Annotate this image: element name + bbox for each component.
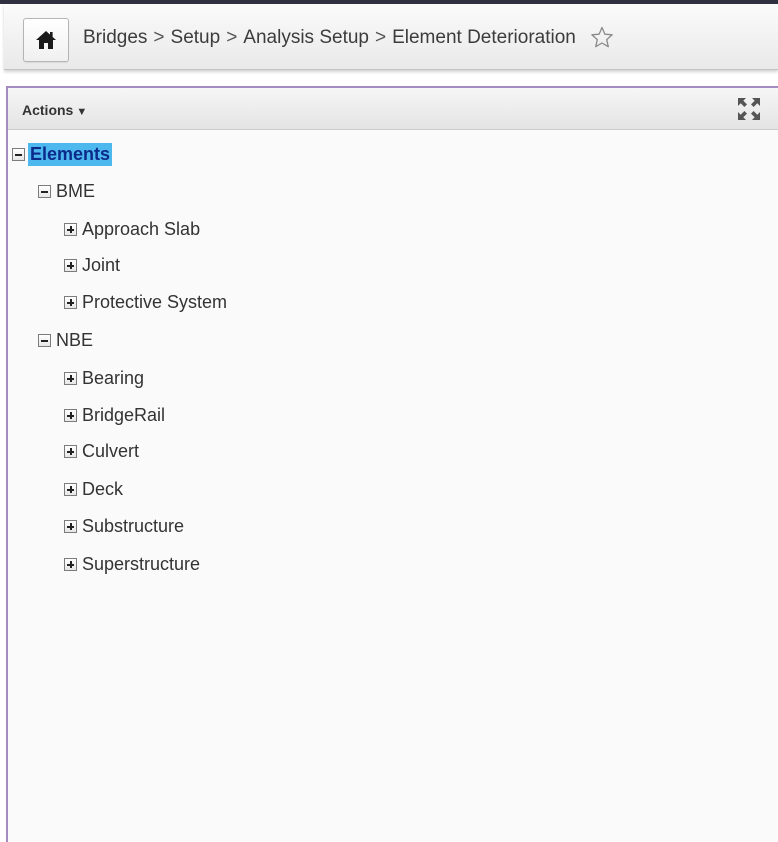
expand-icon[interactable]	[64, 409, 77, 422]
tree-node-label[interactable]: NBE	[54, 329, 95, 352]
tree-node-label[interactable]: Protective System	[80, 291, 229, 314]
breadcrumb: Bridges > Setup > Analysis Setup > Eleme…	[83, 26, 614, 49]
tree-node-label[interactable]: Joint	[80, 254, 122, 277]
breadcrumb-bar: Bridges > Setup > Analysis Setup > Eleme…	[4, 4, 778, 70]
tree-node-joint[interactable]: Joint	[64, 254, 122, 277]
tree-node-label[interactable]: Substructure	[80, 515, 186, 538]
tree-node-bridgerail[interactable]: BridgeRail	[64, 404, 167, 427]
expand-icon[interactable]	[64, 483, 77, 496]
breadcrumb-setup[interactable]: Setup	[171, 27, 221, 49]
home-button[interactable]	[23, 18, 69, 62]
panel-toolbar: Actions ▼	[8, 88, 778, 130]
expand-icon[interactable]	[64, 445, 77, 458]
tree-node-nbe[interactable]: NBE	[38, 329, 95, 352]
tree-node-label[interactable]: Approach Slab	[80, 218, 202, 241]
tree-node-elements[interactable]: Elements	[12, 143, 113, 166]
tree-node-protective-system[interactable]: Protective System	[64, 291, 229, 314]
actions-menu-button[interactable]: Actions ▼	[22, 102, 87, 118]
breadcrumb-bridges[interactable]: Bridges	[83, 27, 147, 49]
tree-node-culvert[interactable]: Culvert	[64, 440, 141, 463]
tree-node-label[interactable]: BridgeRail	[80, 404, 167, 427]
tree-node-deck[interactable]: Deck	[64, 478, 125, 501]
tree-node-label[interactable]: Culvert	[80, 440, 141, 463]
caret-down-icon: ▼	[76, 106, 88, 118]
expand-icon[interactable]	[64, 296, 77, 309]
expand-icon[interactable]	[64, 259, 77, 272]
tree-node-label[interactable]: Superstructure	[80, 553, 202, 576]
tree-node-superstructure[interactable]: Superstructure	[64, 553, 202, 576]
tree-node-approach-slab[interactable]: Approach Slab	[64, 218, 202, 241]
breadcrumb-analysis-setup[interactable]: Analysis Setup	[243, 27, 369, 49]
tree-node-bearing[interactable]: Bearing	[64, 367, 146, 390]
fullscreen-expand-icon[interactable]	[736, 96, 762, 122]
tree-node-label[interactable]: BME	[54, 180, 97, 203]
actions-label: Actions	[22, 102, 74, 118]
home-icon	[36, 31, 56, 49]
expand-icon[interactable]	[64, 372, 77, 385]
tree-node-label[interactable]: Deck	[80, 478, 125, 501]
breadcrumb-separator: >	[374, 26, 387, 48]
favorite-star-icon[interactable]	[590, 26, 614, 49]
breadcrumb-separator: >	[226, 26, 238, 48]
expand-icon[interactable]	[64, 558, 77, 571]
tree-node-label[interactable]: Bearing	[80, 367, 146, 390]
collapse-icon[interactable]	[38, 334, 51, 347]
element-tree-panel: Actions ▼ Elements BME Approach Slab Joi…	[6, 86, 778, 842]
collapse-icon[interactable]	[12, 148, 25, 161]
expand-icon[interactable]	[64, 520, 77, 533]
tree-node-bme[interactable]: BME	[38, 180, 97, 203]
tree-node-substructure[interactable]: Substructure	[64, 515, 186, 538]
collapse-icon[interactable]	[38, 185, 51, 198]
expand-icon[interactable]	[64, 223, 77, 236]
breadcrumb-element-deterioration: Element Deterioration	[392, 26, 576, 48]
tree-node-label[interactable]: Elements	[28, 143, 113, 166]
breadcrumb-separator: >	[153, 26, 165, 48]
